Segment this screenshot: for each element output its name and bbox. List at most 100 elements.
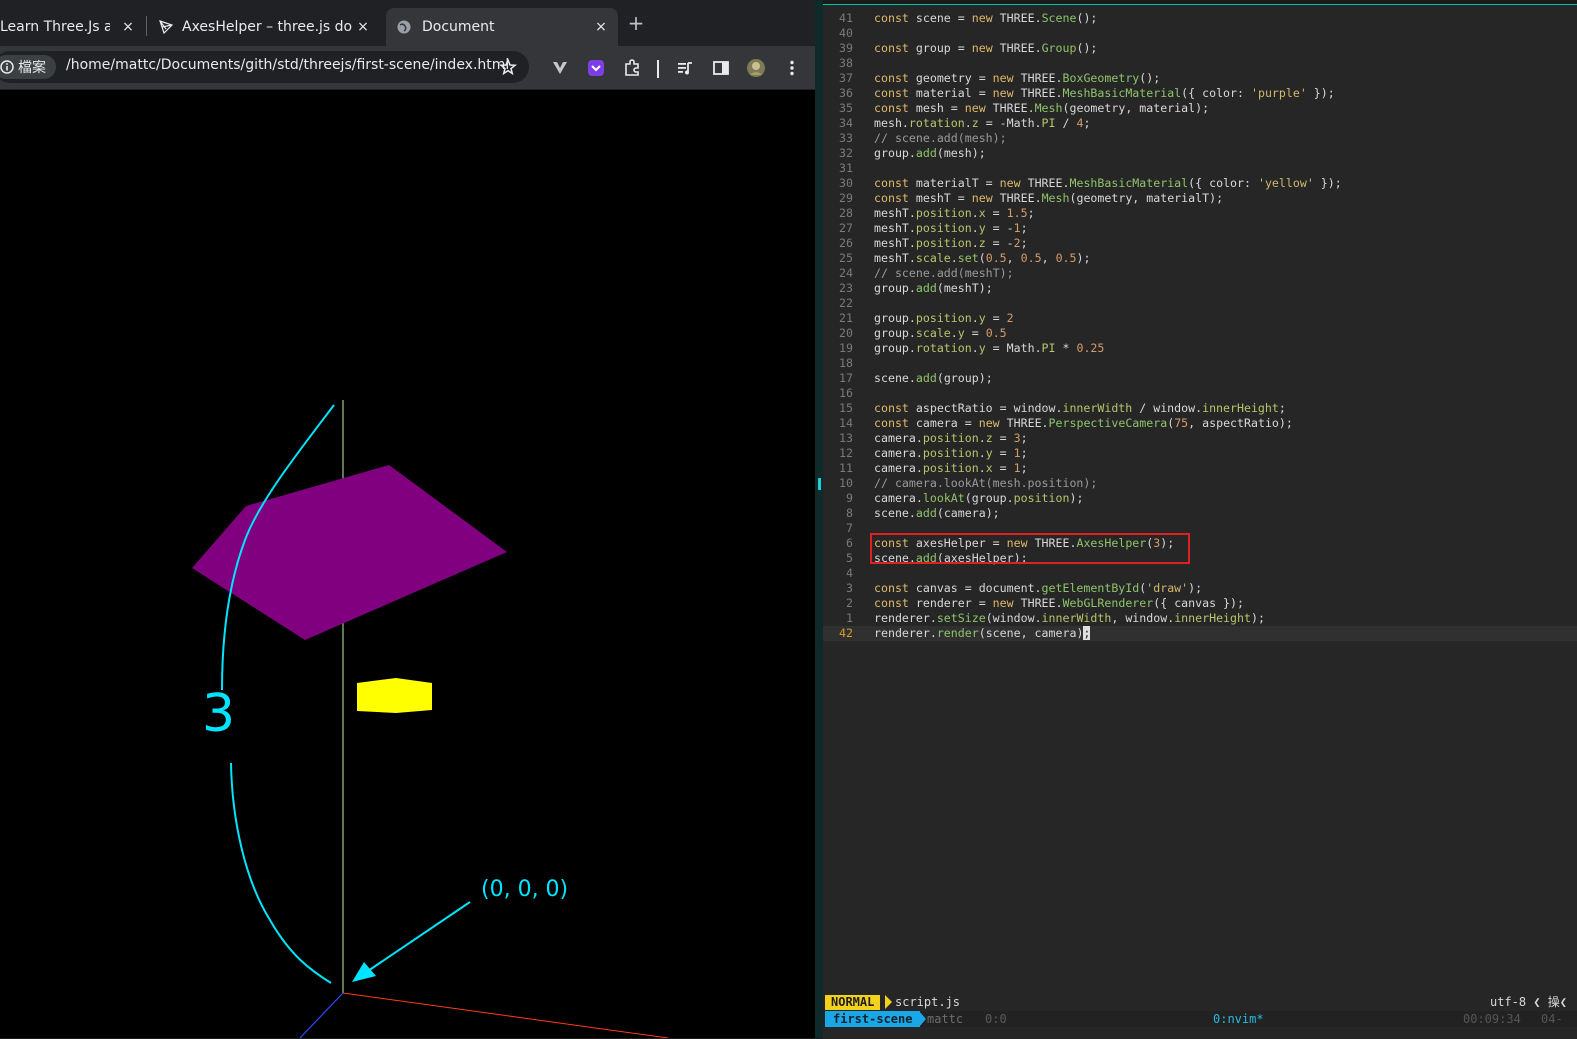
line-number: 41 — [839, 11, 853, 25]
code-text: const group = new THREE.Group(); — [874, 41, 1098, 55]
mode-indicator: NORMAL — [825, 995, 881, 1010]
code-line[interactable]: 16 — [823, 386, 1577, 401]
code-text: const camera = new THREE.PerspectiveCame… — [874, 416, 1293, 430]
code-text: // scene.add(mesh); — [874, 131, 1007, 145]
code-line[interactable]: 23 group.add(meshT); — [823, 281, 1577, 296]
code-line[interactable]: 37 const geometry = new THREE.BoxGeometry… — [823, 71, 1577, 86]
code-line[interactable]: 33 // scene.add(mesh); — [823, 131, 1577, 146]
yellow-mesh — [357, 678, 432, 713]
code-line[interactable]: 36 const material = new THREE.MeshBasicMa… — [823, 86, 1577, 101]
code-line[interactable]: 13 camera.position.z = 3; — [823, 431, 1577, 446]
close-icon[interactable]: × — [592, 18, 610, 36]
code-text: meshT.scale.set(0.5, 0.5, 0.5); — [874, 251, 1091, 265]
code-line[interactable]: 34 mesh.rotation.z = -Math.PI / 4; — [823, 116, 1577, 131]
code-line[interactable]: 21 group.position.y = 2 — [823, 311, 1577, 326]
line-number: 8 — [846, 506, 853, 520]
code-line[interactable]: 39 const group = new THREE.Group(); — [823, 41, 1577, 56]
line-number: 32 — [839, 146, 853, 160]
code-line[interactable]: 30 const materialT = new THREE.MeshBasicM… — [823, 176, 1577, 191]
code-text: const meshT = new THREE.Mesh(geometry, m… — [874, 191, 1224, 205]
tab-document[interactable]: Document × — [386, 8, 618, 46]
line-number: 19 — [839, 341, 853, 355]
divider-marker — [818, 478, 821, 490]
code-line[interactable]: 31 — [823, 161, 1577, 176]
line-number: 26 — [839, 236, 853, 250]
code-line[interactable]: 22 — [823, 296, 1577, 311]
code-line[interactable]: 15 const aspectRatio = window.innerWidth … — [823, 401, 1577, 416]
code-line[interactable]: 20 group.scale.y = 0.5 — [823, 326, 1577, 341]
line-number: 7 — [846, 521, 853, 535]
site-info-chip[interactable]: 檔案 — [0, 55, 56, 79]
code-line[interactable]: 41 const scene = new THREE.Scene(); — [823, 11, 1577, 26]
webgl-canvas[interactable]: 3 (0, 0, 0) — [0, 90, 815, 1038]
code-text: camera.position.x = 1; — [874, 461, 1028, 475]
tab-learn-threejs[interactable]: Learn Three.Js a × — [0, 8, 145, 46]
line-number: 34 — [839, 116, 853, 130]
nvim-editor[interactable]: 41 const scene = new THREE.Scene(); 40 39 co… — [823, 4, 1577, 1039]
code-line[interactable]: 1 renderer.setSize(window.innerWidth, win… — [823, 611, 1577, 626]
code-text: // scene.add(meshT); — [874, 266, 1014, 280]
annotation-arrow — [361, 901, 471, 976]
code-line[interactable]: 10 // camera.lookAt(mesh.position); — [823, 476, 1577, 491]
line-number: 33 — [839, 131, 853, 145]
line-number: 27 — [839, 221, 853, 235]
code-line[interactable]: 9 camera.lookAt(group.position); — [823, 491, 1577, 506]
puzzle-icon[interactable] — [620, 56, 644, 80]
code-line[interactable]: 11 camera.position.x = 1; — [823, 461, 1577, 476]
tab-axeshelper-docs[interactable]: AxesHelper – three.js do × — [152, 8, 380, 46]
x-axis-line — [342, 992, 669, 1038]
code-text: group.scale.y = 0.5 — [874, 326, 1007, 340]
line-number: 31 — [839, 161, 853, 175]
code-line[interactable]: 14 const camera = new THREE.PerspectiveCa… — [823, 416, 1577, 431]
close-icon[interactable]: × — [119, 18, 137, 36]
new-tab-button[interactable]: + — [626, 12, 646, 34]
code-line[interactable]: 28 meshT.position.x = 1.5; — [823, 206, 1577, 221]
tab-title: Document — [422, 19, 495, 35]
extension-v-icon[interactable] — [548, 56, 572, 80]
code-line[interactable]: 35 const mesh = new THREE.Mesh(geometry, … — [823, 101, 1577, 116]
highlight-box — [870, 533, 1190, 564]
code-line[interactable]: 4 — [823, 566, 1577, 581]
line-number: 38 — [839, 56, 853, 70]
star-icon[interactable] — [496, 55, 520, 79]
tmux-statusbar: first-scene mattc 0:0 0:nvim* 00:09:34 0… — [823, 1011, 1577, 1027]
extension-purple-icon[interactable] — [584, 56, 608, 80]
code-line[interactable]: 17 scene.add(group); — [823, 371, 1577, 386]
close-icon[interactable]: × — [354, 18, 372, 36]
sidepanel-icon[interactable] — [709, 56, 733, 80]
line-number: 18 — [839, 356, 853, 370]
code-text: const mesh = new THREE.Mesh(geometry, ma… — [874, 101, 1210, 115]
code-line[interactable]: 24 // scene.add(meshT); — [823, 266, 1577, 281]
code-line[interactable]: 38 — [823, 56, 1577, 71]
code-line[interactable]: 26 meshT.position.z = -2; — [823, 236, 1577, 251]
code-line[interactable]: 3 const canvas = document.getElementById(… — [823, 581, 1577, 596]
code-line[interactable]: 40 — [823, 26, 1577, 41]
url-text[interactable]: /home/mattc/Documents/gith/std/threejs/f… — [66, 57, 509, 73]
code-line[interactable]: 2 const renderer = new THREE.WebGLRendere… — [823, 596, 1577, 611]
code-text: const scene = new THREE.Scene(); — [874, 11, 1098, 25]
code-line[interactable]: 12 camera.position.y = 1; — [823, 446, 1577, 461]
tab-title: Learn Three.Js a — [0, 19, 110, 35]
code-text: camera.lookAt(group.position); — [874, 491, 1084, 505]
address-bar[interactable]: 檔案 /home/mattc/Documents/gith/std/threej… — [0, 51, 529, 83]
tab-bar: Learn Three.Js a × AxesHelper – three.js… — [0, 0, 815, 46]
info-icon — [0, 60, 14, 74]
code-text: meshT.position.y = -1; — [874, 221, 1028, 235]
code-line[interactable]: 19 group.rotation.y = Math.PI * 0.25 — [823, 341, 1577, 356]
current-code-line[interactable]: 42 renderer.render(scene, camera); — [823, 626, 1577, 641]
code-line[interactable]: 27 meshT.position.y = -1; — [823, 221, 1577, 236]
code-line[interactable]: 18 — [823, 356, 1577, 371]
tmux-window[interactable]: 0:nvim* — [1213, 1011, 1264, 1027]
code-line[interactable]: 29 const meshT = new THREE.Mesh(geometry,… — [823, 191, 1577, 206]
menu-icon[interactable] — [780, 56, 804, 80]
code-line[interactable]: 32 group.add(mesh); — [823, 146, 1577, 161]
scene-render — [192, 400, 669, 1038]
tab-separator — [146, 16, 147, 36]
code-line[interactable]: 8 scene.add(camera); — [823, 506, 1577, 521]
media-icon[interactable] — [673, 56, 697, 80]
avatar[interactable] — [744, 56, 768, 80]
code-text: mesh.rotation.z = -Math.PI / 4; — [874, 116, 1091, 130]
line-number: 9 — [846, 491, 853, 505]
code-text: const canvas = document.getElementById('… — [874, 581, 1203, 595]
code-line[interactable]: 25 meshT.scale.set(0.5, 0.5, 0.5); — [823, 251, 1577, 266]
